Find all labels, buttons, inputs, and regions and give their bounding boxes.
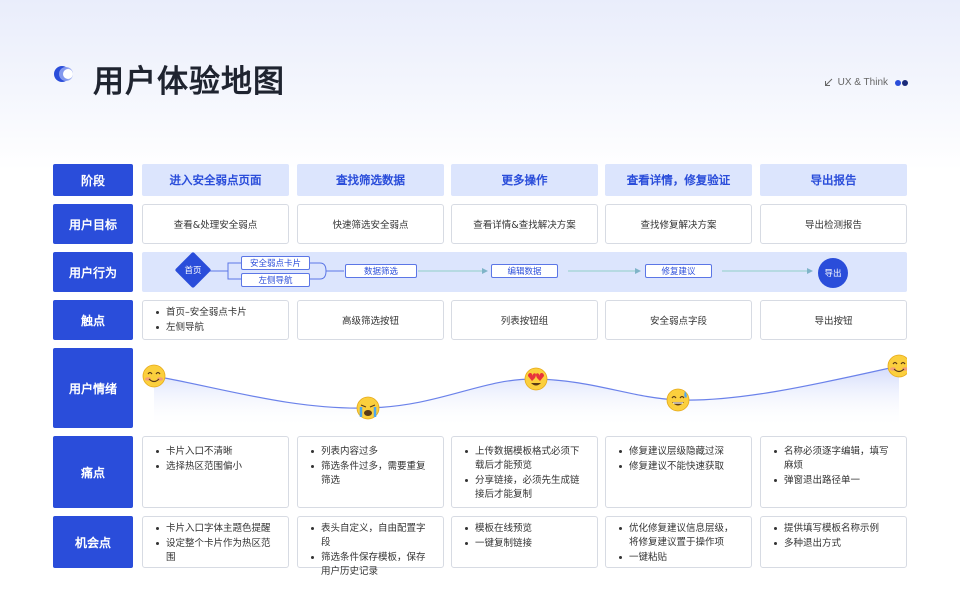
opportunity-cell: 优化修复建议信息层级，将修复建议置于操作项 一键粘贴: [605, 516, 752, 568]
pain-item: 选择热区范围偏小: [155, 460, 278, 474]
opportunity-item: 设定整个卡片作为热区范围: [155, 537, 278, 565]
opportunity-item: 卡片入口字体主题色提醒: [155, 522, 278, 536]
opportunity-item: 提供填写模板名称示例: [773, 522, 896, 536]
opportunity-cell: 提供填写模板名称示例 多种退出方式: [760, 516, 907, 568]
touchpoint-cell: 列表按钮组: [451, 300, 598, 340]
touchpoint-cell: 高级筛选按钮: [297, 300, 444, 340]
opportunity-item: 模板在线预览: [464, 522, 587, 536]
end-node: 导出: [818, 258, 848, 288]
pain-cell: 名称必须逐字编辑，填写麻烦 弹窗退出路径单一: [760, 436, 907, 508]
start-node-label: 首页: [184, 266, 202, 276]
pain-item: 列表内容过多: [310, 445, 433, 459]
behavior-branch-top: 安全弱点卡片: [241, 256, 310, 270]
smiling-face-icon: [142, 364, 166, 388]
touchpoint-item: 左侧导航: [155, 321, 278, 335]
pain-item: 修复建议层级隐藏过深: [618, 445, 741, 459]
touchpoint-cell: 导出按钮: [760, 300, 907, 340]
behavior-step: 数据筛选: [345, 264, 417, 278]
touchpoint-cell: 首页–安全弱点卡片 左侧导航: [142, 300, 289, 340]
sweat-smile-face-icon: [666, 388, 690, 412]
behavior-step: 编辑数据: [491, 264, 558, 278]
heart-eyes-face-icon: [524, 367, 548, 391]
pain-item: 修复建议不能快速获取: [618, 460, 741, 474]
pain-item: 上传数据模板格式必须下载后才能预览: [464, 445, 587, 473]
touchpoint-item: 首页–安全弱点卡片: [155, 306, 278, 320]
opportunity-item: 一键粘贴: [618, 551, 741, 565]
pain-item: 筛选条件过多，需要重复筛选: [310, 460, 433, 488]
opportunity-item: 一键复制链接: [464, 537, 587, 551]
opportunity-cell: 卡片入口字体主题色提醒 设定整个卡片作为热区范围: [142, 516, 289, 568]
behavior-branch-bottom: 左侧导航: [241, 273, 310, 287]
emotion-curve-chart: [142, 354, 907, 428]
pain-cell: 卡片入口不清晰 选择热区范围偏小: [142, 436, 289, 508]
opportunity-item: 多种退出方式: [773, 537, 896, 551]
opportunity-item: 优化修复建议信息层级，将修复建议置于操作项: [618, 522, 741, 550]
opportunity-item: 筛选条件保存模板，保存用户历史记录: [310, 551, 433, 579]
pain-item: 弹窗退出路径单一: [773, 474, 896, 488]
pain-cell: 上传数据模板格式必须下载后才能预览 分享链接，必须先生成链接后才能复制: [451, 436, 598, 508]
pain-item: 卡片入口不清晰: [155, 445, 278, 459]
opportunity-cell: 表头自定义，自由配置字段 筛选条件保存模板，保存用户历史记录: [297, 516, 444, 577]
opportunity-cell: 模板在线预览 一键复制链接: [451, 516, 598, 568]
behavior-step: 修复建议: [645, 264, 712, 278]
crying-face-icon: [356, 396, 380, 420]
opportunity-item: 表头自定义，自由配置字段: [310, 522, 433, 550]
touchpoint-cell: 安全弱点字段: [605, 300, 752, 340]
pain-cell: 列表内容过多 筛选条件过多，需要重复筛选: [297, 436, 444, 508]
pain-cell: 修复建议层级隐藏过深 修复建议不能快速获取: [605, 436, 752, 508]
pain-item: 分享链接，必须先生成链接后才能复制: [464, 474, 587, 502]
smiling-face-icon: [887, 354, 907, 378]
pain-item: 名称必须逐字编辑，填写麻烦: [773, 445, 896, 473]
